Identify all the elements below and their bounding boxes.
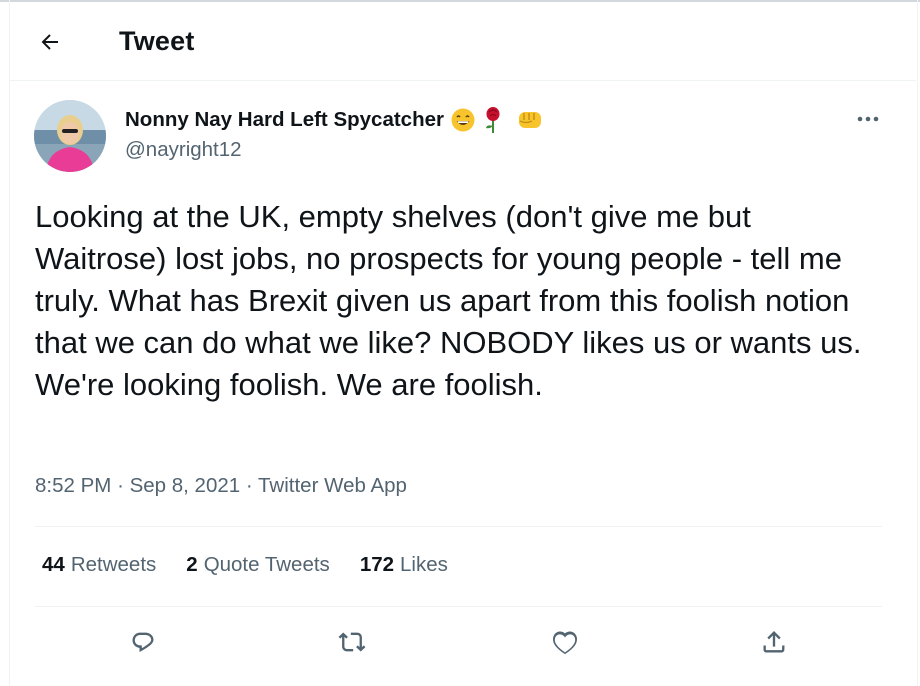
tweet-date[interactable]: Sep 8, 2021 — [130, 474, 241, 497]
author-name[interactable]: Nonny Nay Hard Left Spycatcher — [125, 106, 544, 134]
page-title: Tweet — [119, 26, 195, 56]
like-button[interactable] — [545, 622, 585, 662]
author-handle[interactable]: @nayright12 — [125, 138, 242, 162]
divider — [35, 606, 882, 607]
author-name-text: Nonny Nay Hard Left Spycatcher — [125, 108, 444, 131]
likes-label: Likes — [400, 553, 448, 576]
page-header: Tweet — [10, 2, 916, 81]
more-options-button[interactable] — [850, 104, 886, 134]
retweet-button[interactable] — [332, 622, 372, 662]
tweet-meta: 8:52 PM · Sep 8, 2021 · Twitter Web App — [35, 474, 407, 498]
meta-separator: · — [245, 474, 253, 497]
tweet-source[interactable]: Twitter Web App — [258, 474, 407, 497]
reply-button[interactable] — [123, 622, 163, 662]
quote-tweets-stat[interactable]: 2 Quote Tweets — [186, 553, 330, 577]
likes-count: 172 — [359, 553, 395, 576]
retweets-count: 44 — [42, 553, 65, 576]
meta-separator: · — [117, 474, 124, 497]
more-icon — [857, 116, 879, 122]
likes-stat[interactable]: 172 Likes — [360, 553, 448, 577]
share-button[interactable] — [754, 622, 794, 662]
reply-icon — [132, 632, 154, 653]
avatar-image — [34, 100, 106, 172]
retweets-label: Retweets — [70, 553, 157, 576]
retweet-icon — [338, 632, 366, 652]
share-icon — [763, 631, 785, 653]
tweet-actions — [35, 618, 882, 664]
like-icon — [552, 631, 578, 655]
back-arrow-icon — [41, 34, 58, 50]
back-button[interactable] — [32, 24, 68, 60]
fist-emoji — [516, 108, 544, 132]
retweets-stat[interactable]: 44 Retweets — [42, 553, 156, 577]
tweet-time[interactable]: 8:52 PM — [35, 474, 111, 497]
quote-tweets-label: Quote Tweets — [203, 553, 330, 576]
divider — [35, 526, 882, 527]
engagement-stats: 44 Retweets 2 Quote Tweets 172 Likes — [42, 553, 448, 577]
avatar[interactable] — [34, 100, 106, 172]
rose-emoji — [482, 106, 504, 134]
quote-tweets-count: 2 — [186, 553, 198, 576]
tweet-text: Looking at the UK, empty shelves (don't … — [35, 199, 862, 402]
grinning-face-emoji — [450, 107, 476, 133]
